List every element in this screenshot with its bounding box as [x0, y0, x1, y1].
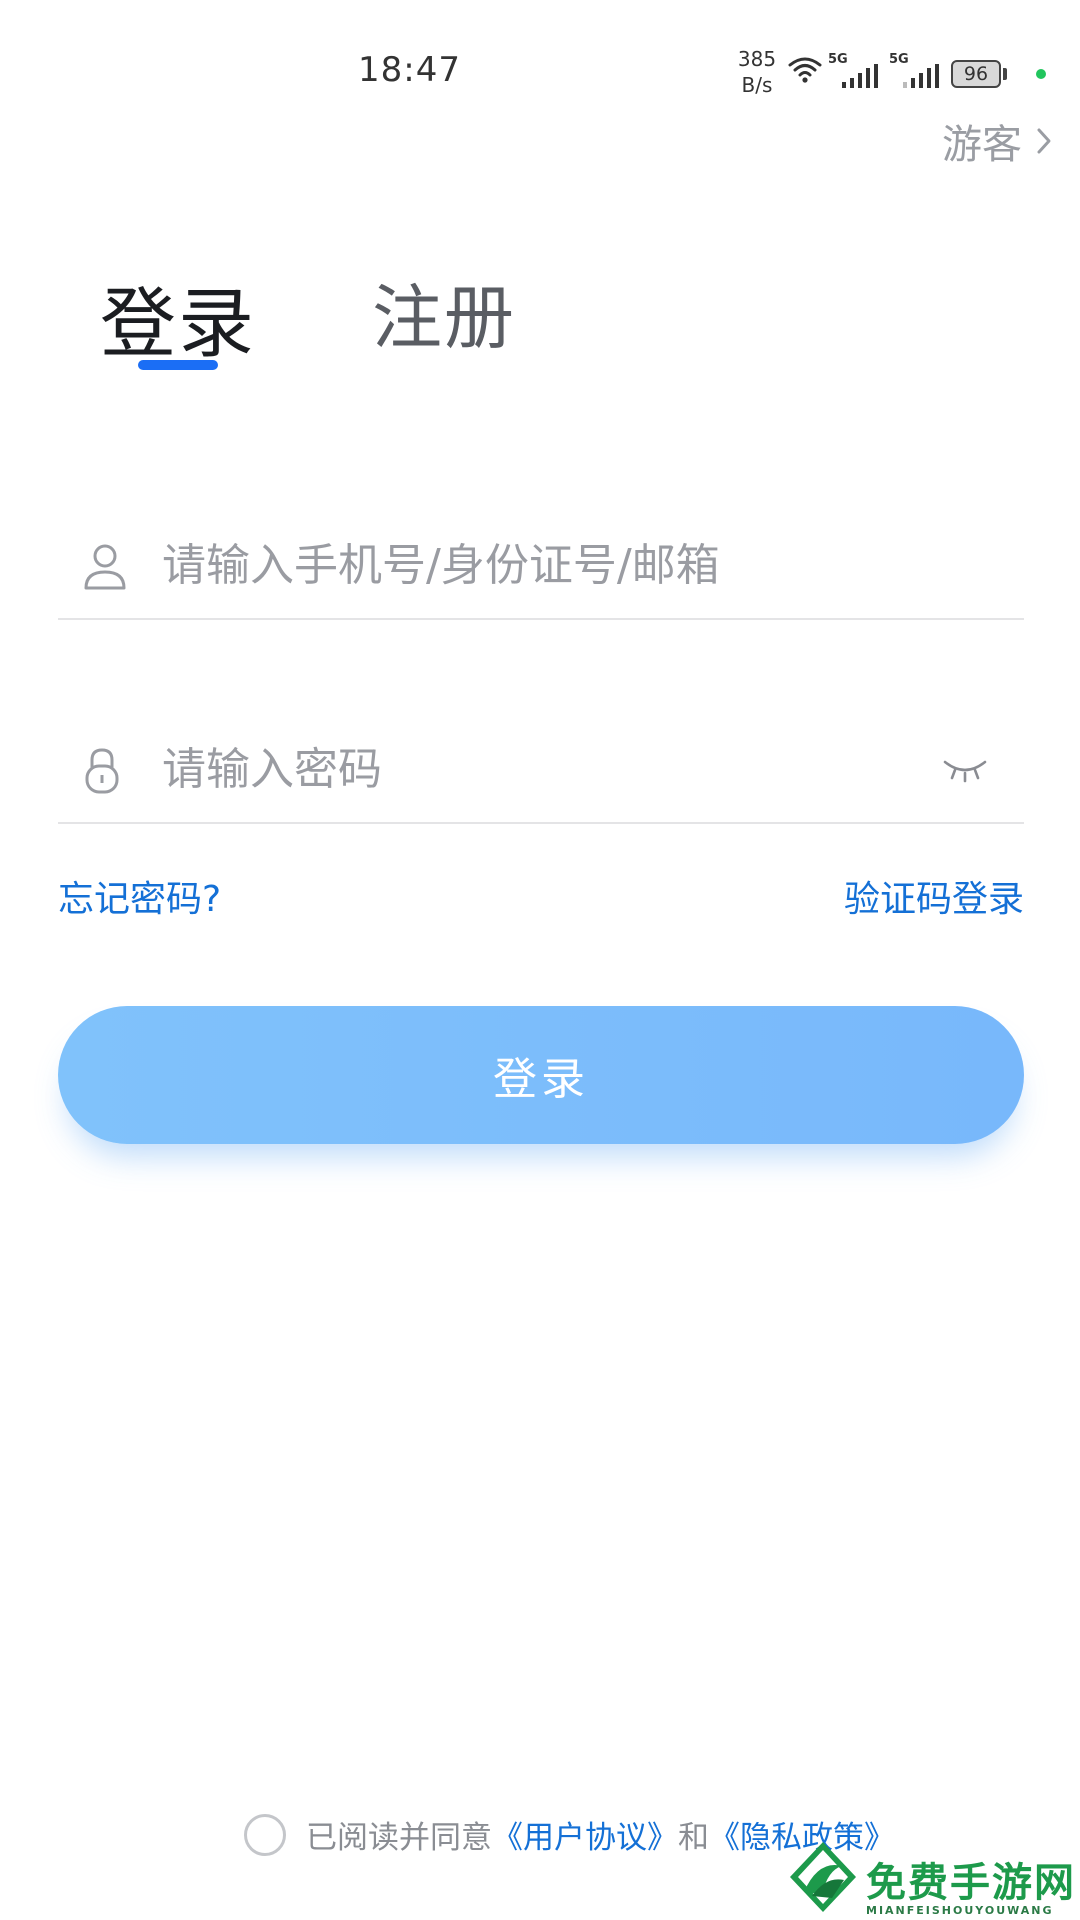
agreement-prefix: 已阅读并同意	[306, 1820, 492, 1856]
password-field	[58, 724, 1024, 824]
forgot-password-link[interactable]: 忘记密码?	[58, 870, 221, 922]
user-agreement-link[interactable]: 《用户协议》	[492, 1812, 678, 1857]
signal-bars-icon	[842, 64, 878, 88]
account-input[interactable]	[162, 520, 882, 610]
network-speed-value: 385	[737, 47, 777, 71]
privacy-indicator-dot	[1036, 69, 1046, 79]
guest-label: 游客	[942, 122, 1022, 168]
user-icon	[84, 544, 126, 590]
watermark-text: 免费手游网	[866, 1860, 1076, 1906]
watermark-subtext: MIANFEISHOUYOUWANG	[866, 1904, 1054, 1917]
eye-closed-icon[interactable]	[942, 754, 988, 784]
network-speed-unit: B/s	[741, 73, 773, 97]
login-button[interactable]: 登录	[58, 1006, 1024, 1144]
password-input[interactable]	[162, 724, 762, 814]
sms-login-link[interactable]: 验证码登录	[844, 870, 1024, 922]
agreement-checkbox[interactable]	[244, 1813, 286, 1856]
active-tab-indicator	[138, 360, 218, 370]
battery-tip	[1003, 68, 1007, 80]
chevron-right-icon	[1037, 128, 1051, 154]
watermark-logo-icon	[790, 1842, 856, 1912]
account-field	[58, 520, 1024, 620]
status-time: 18:47	[358, 50, 461, 90]
cellular-signal-1-icon: 5G	[828, 52, 884, 88]
guest-login-link[interactable]: 游客	[942, 112, 1052, 170]
tab-login[interactable]: 登录	[100, 262, 256, 372]
tab-register[interactable]: 注册	[372, 262, 516, 363]
agreement-conjunction: 和	[678, 1820, 709, 1856]
signal-bars-icon	[903, 64, 939, 88]
lock-icon	[85, 748, 119, 794]
network-speed: 385 B/s	[733, 46, 781, 98]
cellular-signal-2-icon: 5G	[889, 52, 945, 88]
wifi-icon	[788, 57, 822, 83]
battery-indicator: 96	[951, 60, 1001, 88]
